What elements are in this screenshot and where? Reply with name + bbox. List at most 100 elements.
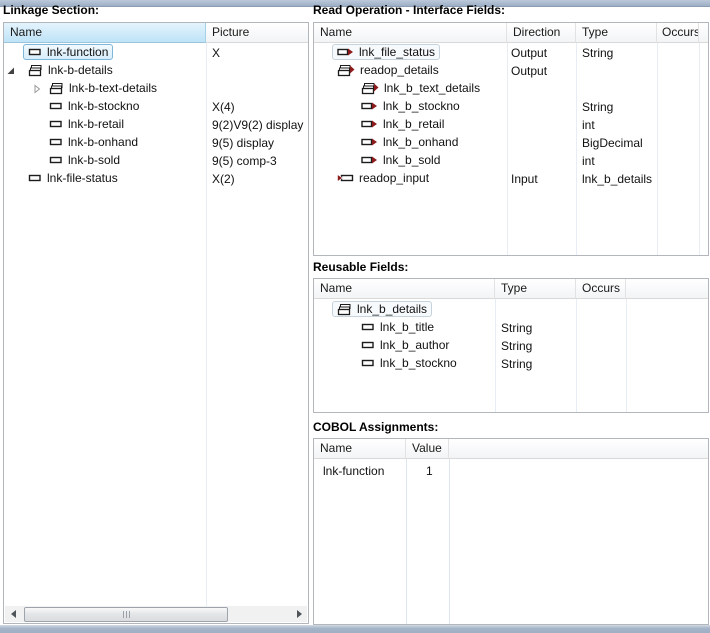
table-row[interactable]: lnk-b-details bbox=[4, 62, 308, 80]
cell-value[interactable]: 1 bbox=[426, 462, 433, 480]
cell-picture: X(4) bbox=[212, 98, 235, 116]
scroll-right-button[interactable] bbox=[291, 606, 307, 622]
table-row[interactable]: lnk_b_stockno String bbox=[314, 98, 708, 116]
tree-item-label: lnk_b_title bbox=[380, 320, 434, 334]
table-row[interactable]: lnk_b_title String bbox=[314, 319, 708, 337]
table-row[interactable]: lnk_b_stockno String bbox=[314, 355, 708, 373]
selected-tree-item[interactable]: lnk_b_details bbox=[332, 301, 432, 317]
table-row[interactable]: lnk_b_retail int bbox=[314, 116, 708, 134]
table-row[interactable]: lnk_b_details bbox=[314, 301, 708, 319]
tree-item[interactable]: lnk-b-text-details bbox=[44, 80, 162, 96]
reusable-fields-table: Name Type Occurs lnk_b_details lnk_b_tit… bbox=[313, 278, 709, 413]
group-item-icon bbox=[28, 64, 43, 77]
table-row[interactable]: lnk-b-sold 9(5) comp-3 bbox=[4, 152, 308, 170]
cell-picture: 9(5) display bbox=[212, 134, 274, 152]
cell-type: int bbox=[582, 116, 595, 134]
cell-type: lnk_b_details bbox=[582, 170, 652, 188]
tree-item[interactable]: lnk-b-stockno bbox=[44, 98, 144, 114]
bottom-sash bbox=[0, 625, 710, 633]
table-row[interactable]: readop_details Output bbox=[314, 62, 708, 80]
table-row[interactable]: lnk-function 1 bbox=[314, 462, 708, 480]
tree-item-label: lnk_b_stockno bbox=[383, 99, 460, 113]
tree-item[interactable]: readop_input bbox=[332, 170, 434, 186]
output-field-icon bbox=[361, 100, 378, 112]
input-field-icon bbox=[337, 172, 354, 184]
selected-tree-item[interactable]: lnk-function bbox=[23, 44, 113, 60]
tree-item-label: lnk-b-details bbox=[48, 63, 113, 77]
scroll-left-icon bbox=[11, 610, 16, 618]
tree-item-label: lnk_b_retail bbox=[383, 117, 444, 131]
selected-tree-item[interactable]: lnk_file_status bbox=[332, 44, 440, 60]
tree-item[interactable]: lnk-b-details bbox=[23, 62, 118, 78]
tree-item-label: lnk_b_onhand bbox=[383, 135, 458, 149]
tree-item[interactable]: lnk_b_stockno bbox=[356, 98, 465, 114]
cell-direction: Input bbox=[511, 170, 538, 188]
column-grid-line bbox=[449, 459, 450, 624]
expanded-twisty-icon[interactable] bbox=[6, 66, 16, 76]
tree-item[interactable]: readop_details bbox=[332, 62, 444, 78]
elementary-item-icon bbox=[49, 118, 63, 130]
tree-item[interactable]: lnk_b_stockno bbox=[356, 355, 462, 371]
tree-item[interactable]: lnk_b_retail bbox=[356, 116, 449, 132]
column-header-value[interactable]: Value bbox=[406, 439, 449, 459]
tree-item[interactable]: lnk-b-onhand bbox=[44, 134, 143, 150]
table-row[interactable]: lnk-b-stockno X(4) bbox=[4, 98, 308, 116]
collapsed-twisty-icon[interactable] bbox=[32, 84, 42, 94]
tree-item[interactable]: lnk-b-retail bbox=[44, 116, 129, 132]
linkage-table-header: Name Picture bbox=[4, 23, 308, 43]
table-row[interactable]: lnk-b-text-details bbox=[4, 80, 308, 98]
tree-item-label: lnk_b_sold bbox=[383, 153, 440, 167]
column-header-type[interactable]: Type bbox=[576, 23, 657, 43]
elementary-item-icon bbox=[361, 339, 375, 351]
cobol-table-header: Name Value bbox=[314, 439, 708, 459]
elementary-item-icon bbox=[28, 46, 42, 58]
tree-item-label: readop_details bbox=[360, 63, 439, 77]
column-header-picture[interactable]: Picture bbox=[206, 23, 308, 43]
column-header-name[interactable]: Name bbox=[314, 23, 507, 43]
scroll-left-button[interactable] bbox=[5, 606, 21, 622]
column-header-name[interactable]: Name bbox=[314, 439, 406, 459]
tree-item-label: lnk-b-retail bbox=[68, 117, 124, 131]
output-field-icon bbox=[361, 154, 378, 166]
tree-item-label: lnk-file-status bbox=[47, 171, 118, 185]
column-header-occurs[interactable]: Occurs bbox=[657, 23, 699, 43]
horizontal-scrollbar[interactable] bbox=[5, 606, 307, 622]
tree-item[interactable]: lnk_b_title bbox=[356, 319, 439, 335]
cell-picture: X bbox=[212, 44, 220, 62]
column-header-type[interactable]: Type bbox=[495, 279, 576, 299]
table-row[interactable]: lnk_b_text_details bbox=[314, 80, 708, 98]
table-row[interactable]: lnk-file-status X(2) bbox=[4, 170, 308, 188]
tree-item-label: lnk-b-sold bbox=[68, 153, 120, 167]
tree-item-label: lnk-function bbox=[47, 45, 108, 59]
table-row[interactable]: lnk_b_sold int bbox=[314, 152, 708, 170]
reusable-fields-title: Reusable Fields: bbox=[313, 260, 408, 274]
tree-item[interactable]: lnk_b_text_details bbox=[356, 80, 485, 96]
tree-item[interactable]: lnk_b_sold bbox=[356, 152, 445, 168]
tree-item[interactable]: lnk_b_author bbox=[356, 337, 454, 353]
column-header-name[interactable]: Name bbox=[4, 23, 206, 43]
cell-direction: Output bbox=[511, 44, 547, 62]
tree-item[interactable]: lnk_b_onhand bbox=[356, 134, 463, 150]
column-header-direction[interactable]: Direction bbox=[507, 23, 576, 43]
column-grid-line bbox=[406, 459, 407, 624]
table-row[interactable]: lnk_b_onhand BigDecimal bbox=[314, 134, 708, 152]
table-row[interactable]: lnk_b_author String bbox=[314, 337, 708, 355]
tree-item-label: lnk-b-onhand bbox=[68, 135, 138, 149]
table-row[interactable]: lnk-b-retail 9(2)V9(2) display bbox=[4, 116, 308, 134]
cobol-assignments-table: Name Value lnk-function 1 bbox=[313, 438, 709, 625]
table-row[interactable]: lnk-function X bbox=[4, 44, 308, 62]
elementary-item-icon bbox=[28, 172, 42, 184]
table-row[interactable]: lnk_file_status Output String bbox=[314, 44, 708, 62]
cell-type: String bbox=[501, 355, 532, 373]
column-header-name[interactable]: Name bbox=[314, 279, 495, 299]
table-row[interactable]: readop_input Input lnk_b_details bbox=[314, 170, 708, 188]
group-item-icon bbox=[49, 82, 64, 95]
cell-picture: 9(5) comp-3 bbox=[212, 152, 277, 170]
tree-item[interactable]: lnk-file-status bbox=[23, 170, 123, 186]
table-row[interactable]: lnk-b-onhand 9(5) display bbox=[4, 134, 308, 152]
column-header-occurs[interactable]: Occurs bbox=[576, 279, 626, 299]
cell-type: int bbox=[582, 152, 595, 170]
tree-item[interactable]: lnk-b-sold bbox=[44, 152, 125, 168]
elementary-item-icon bbox=[361, 321, 375, 333]
scrollbar-thumb[interactable] bbox=[24, 607, 228, 622]
